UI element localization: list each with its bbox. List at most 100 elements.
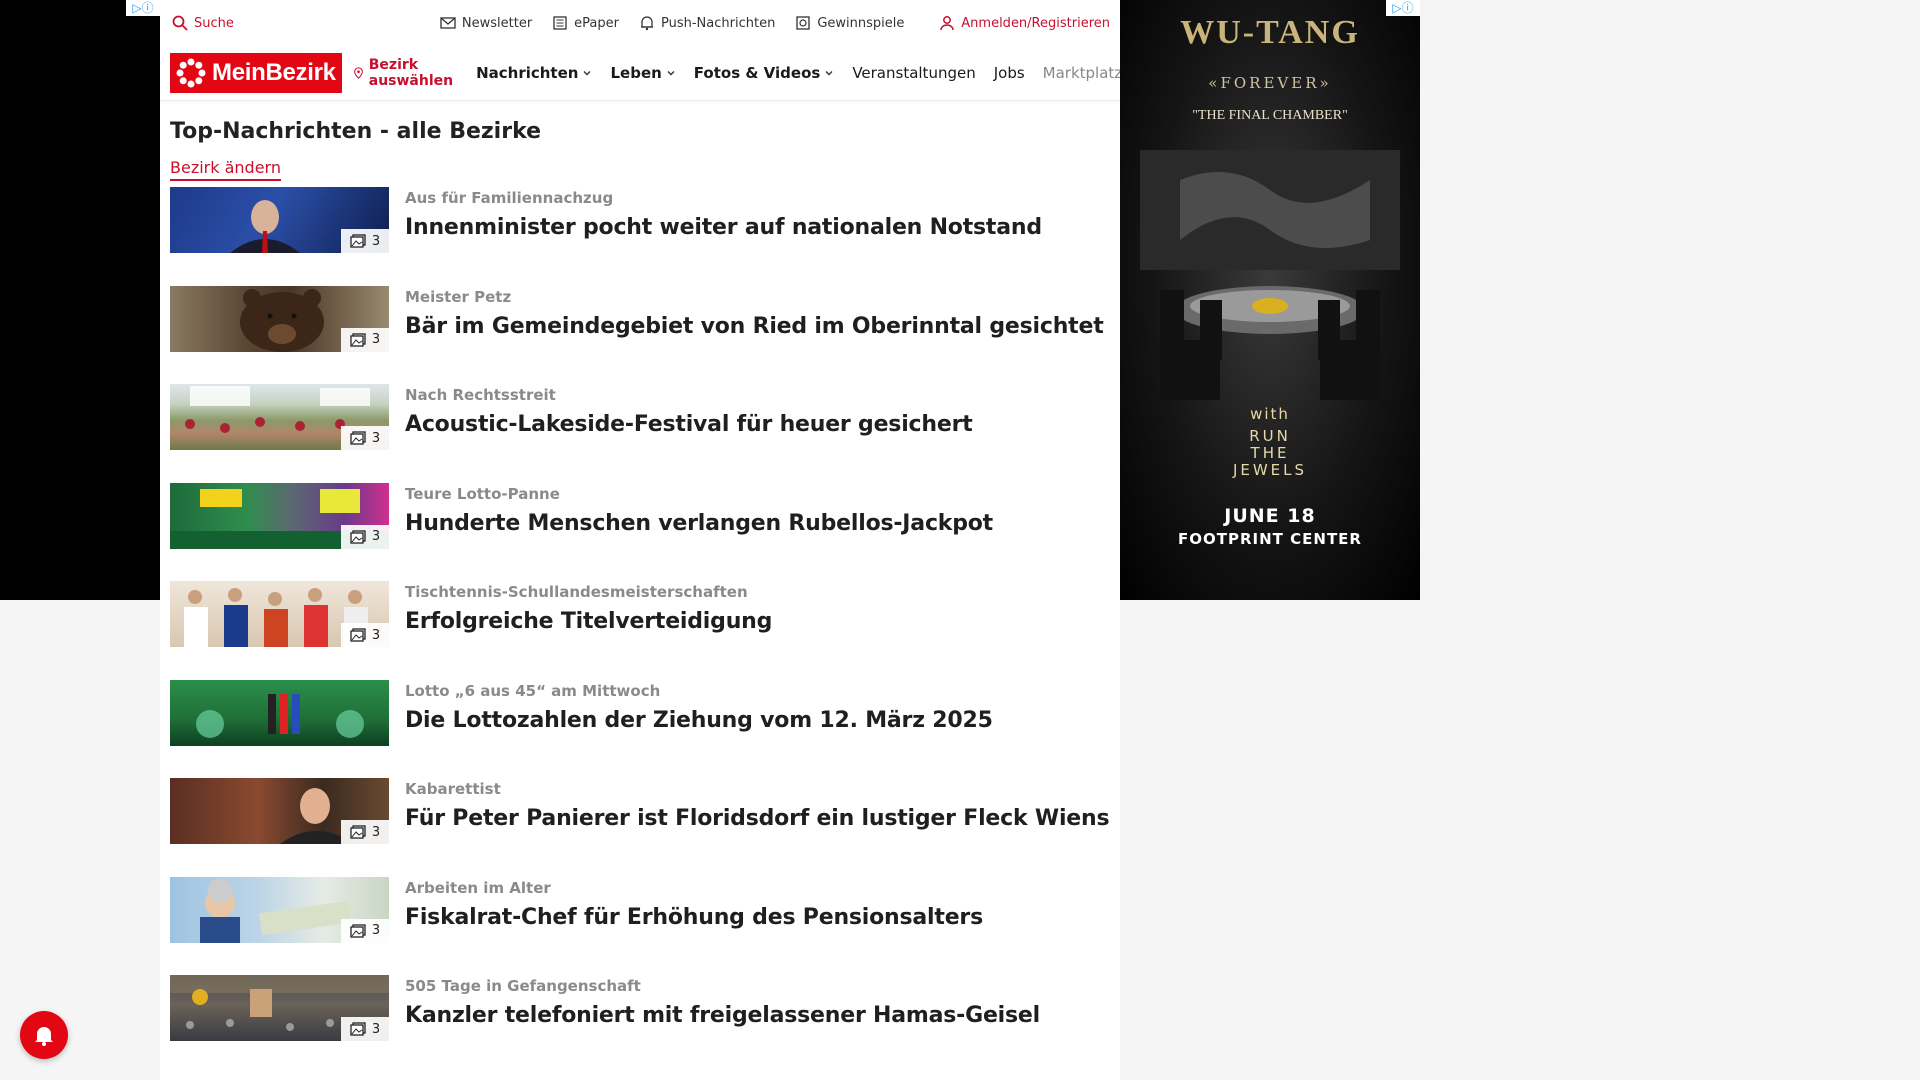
push-notification-button[interactable] bbox=[20, 1011, 68, 1059]
article-headline[interactable]: Erfolgreiche Titelverteidigung bbox=[405, 609, 772, 634]
article-kicker: Tischtennis-Schullandesmeisterschaften bbox=[405, 583, 748, 601]
article-thumbnail[interactable]: 3 bbox=[170, 384, 389, 450]
utility-bar: Suche Newsletter ePaper Push-Nachrichten… bbox=[160, 0, 1120, 46]
site-logo[interactable]: MeinBezirk bbox=[170, 53, 342, 93]
epaper-label: ePaper bbox=[574, 15, 619, 31]
ad-forever: «FOREVER» bbox=[1208, 74, 1332, 92]
ad-with: with bbox=[1250, 405, 1290, 423]
nav-item-label: Leben bbox=[610, 64, 662, 82]
images-icon bbox=[350, 332, 366, 347]
article-kicker: Meister Petz bbox=[405, 287, 512, 306]
gallery-count: 3 bbox=[371, 430, 381, 446]
nav-item-nachrichten[interactable]: Nachrichten bbox=[476, 64, 592, 82]
lotto-studio-icon bbox=[196, 693, 364, 738]
ad-logo: WU-TANG bbox=[1180, 14, 1360, 51]
right-ad-banner[interactable]: WU-TANG «FOREVER» "THE FINAL CHAMBER" wi… bbox=[1120, 0, 1420, 600]
nav-item-jobs[interactable]: Jobs bbox=[994, 64, 1025, 82]
select-district-button[interactable]: Bezirk auswählen bbox=[353, 57, 458, 89]
article-headline[interactable]: Die Lottozahlen der Ziehung vom 12. März… bbox=[405, 708, 993, 733]
article-thumbnail[interactable]: 3 bbox=[170, 778, 389, 844]
left-ad-banner[interactable] bbox=[0, 0, 160, 600]
article-headline[interactable]: Acoustic-Lakeside-Festival für heuer ges… bbox=[405, 412, 973, 437]
article-item[interactable]: 3 Kabarettist Für Peter Panierer ist Flo… bbox=[170, 778, 1110, 877]
logo-text: MeinBezirk bbox=[212, 59, 336, 86]
article-thumbnail[interactable]: 3 bbox=[170, 975, 389, 1041]
utility-links: Newsletter ePaper Push-Nachrichten Gewin… bbox=[440, 15, 904, 31]
article-headline[interactable]: Innenminister pocht weiter auf nationale… bbox=[405, 215, 1042, 240]
gallery-count-badge: 3 bbox=[341, 918, 389, 943]
gallery-count: 3 bbox=[371, 233, 381, 249]
nav-item-fotos-videos[interactable]: Fotos & Videos bbox=[694, 64, 835, 82]
article-thumbnail[interactable]: 3 bbox=[170, 187, 389, 253]
article-item[interactable]: 3 Teure Lotto-Panne Hunderte Menschen ve… bbox=[170, 482, 1110, 582]
push-link[interactable]: Push-Nachrichten bbox=[639, 15, 775, 31]
nav-item-label: Nachrichten bbox=[476, 64, 579, 82]
article-item[interactable]: 3 Arbeiten im Alter Fiskalrat-Chef für E… bbox=[170, 876, 1110, 976]
gallery-count: 3 bbox=[371, 824, 381, 840]
gallery-count-badge: 3 bbox=[341, 623, 389, 647]
article-thumbnail[interactable] bbox=[170, 679, 389, 746]
article-kicker: Nach Rechtsstreit bbox=[405, 386, 556, 404]
nav-item-label: Marktplatz bbox=[1042, 64, 1123, 82]
article-item[interactable]: 3 Nach Rechtsstreit Acoustic-Lakeside-Fe… bbox=[170, 384, 1110, 483]
article-thumbnail[interactable]: 3 bbox=[170, 285, 389, 352]
user-icon bbox=[940, 16, 955, 31]
article-thumbnail[interactable]: 3 bbox=[170, 876, 389, 943]
article-headline[interactable]: Hunderte Menschen verlangen Rubellos-Jac… bbox=[405, 511, 993, 536]
newspaper-icon bbox=[553, 16, 567, 30]
gallery-count-badge: 3 bbox=[341, 524, 389, 549]
chevron-down-icon bbox=[667, 71, 675, 76]
images-icon bbox=[350, 529, 366, 544]
article-kicker: Kabarettist bbox=[405, 780, 501, 798]
ad-venue: FOOTPRINT CENTER bbox=[1178, 530, 1362, 548]
images-icon bbox=[350, 923, 366, 938]
article-kicker: Teure Lotto-Panne bbox=[405, 484, 560, 503]
article-item[interactable]: 3 505 Tage in Gefangenschaft Kanzler tel… bbox=[170, 975, 1110, 1074]
newsletter-link[interactable]: Newsletter bbox=[440, 15, 532, 31]
ad-rtj-line: THE bbox=[1250, 444, 1290, 462]
main-nav: MeinBezirk Bezirk auswählen Nachrichten … bbox=[160, 46, 1122, 101]
gallery-count: 3 bbox=[371, 529, 381, 544]
login-link[interactable]: Anmelden/Registrieren bbox=[939, 15, 1110, 31]
nav-item-label: Veranstaltungen bbox=[852, 64, 976, 82]
page-title: Top-Nachrichten - alle Bezirke bbox=[170, 119, 542, 144]
images-icon bbox=[350, 234, 366, 248]
article-thumbnail[interactable]: 3 bbox=[170, 482, 389, 549]
gallery-count-badge: 3 bbox=[341, 820, 389, 844]
nav-item-label: Jobs bbox=[993, 64, 1025, 82]
article-item[interactable]: 3 Tischtennis-Schullandesmeisterschaften… bbox=[170, 581, 1110, 680]
article-headline[interactable]: Fiskalrat-Chef für Erhöhung des Pensions… bbox=[405, 905, 983, 930]
search-label: Suche bbox=[194, 15, 234, 31]
gallery-count-badge: 3 bbox=[341, 426, 389, 450]
search-link[interactable]: Suche bbox=[172, 15, 234, 31]
article-item[interactable]: 3 Meister Petz Bär im Gemeindegebiet von… bbox=[170, 285, 1110, 385]
nav-menu: Nachrichten Leben Fotos & Videos Veranst… bbox=[476, 64, 1122, 82]
article-item[interactable]: 3 Aus für Familiennachzug Innenminister … bbox=[170, 187, 1110, 286]
nav-item-marktplatz[interactable]: Marktplatz bbox=[1043, 64, 1123, 82]
select-district-label: Bezirk auswählen bbox=[368, 57, 454, 89]
search-icon bbox=[172, 15, 188, 31]
adchoices-icon[interactable]: ▷ⓘ bbox=[126, 0, 160, 16]
change-district-link[interactable]: Bezirk ändern bbox=[170, 158, 281, 181]
article-thumbnail[interactable]: 3 bbox=[170, 581, 389, 647]
gallery-count: 3 bbox=[371, 1021, 381, 1037]
nav-item-veranstaltungen[interactable]: Veranstaltungen bbox=[852, 64, 975, 82]
gallery-count-badge: 3 bbox=[341, 327, 389, 352]
gallery-count-badge: 3 bbox=[341, 229, 389, 253]
gallery-count: 3 bbox=[371, 627, 381, 643]
article-headline[interactable]: Für Peter Panierer ist Floridsdorf ein l… bbox=[405, 806, 1110, 831]
article-kicker: 505 Tage in Gefangenschaft bbox=[405, 977, 641, 995]
images-icon bbox=[350, 1022, 366, 1036]
epaper-link[interactable]: ePaper bbox=[552, 15, 619, 31]
article-headline[interactable]: Bär im Gemeindegebiet von Ried im Oberin… bbox=[405, 314, 1104, 339]
article-item[interactable]: Lotto „6 aus 45“ am Mittwoch Die Lottoza… bbox=[170, 679, 1110, 779]
bell-icon bbox=[35, 1027, 53, 1046]
main-content: Top-Nachrichten - alle Bezirke Bezirk än… bbox=[160, 119, 1120, 1074]
article-headline[interactable]: Kanzler telefoniert mit freigelassener H… bbox=[405, 1003, 1040, 1028]
nav-item-leben[interactable]: Leben bbox=[610, 64, 675, 82]
gallery-count: 3 bbox=[371, 923, 381, 938]
games-link[interactable]: Gewinnspiele bbox=[795, 15, 904, 31]
adchoices-icon[interactable]: ▷ⓘ bbox=[1386, 0, 1420, 16]
images-icon bbox=[350, 825, 366, 839]
flower-logo-icon bbox=[176, 58, 206, 88]
